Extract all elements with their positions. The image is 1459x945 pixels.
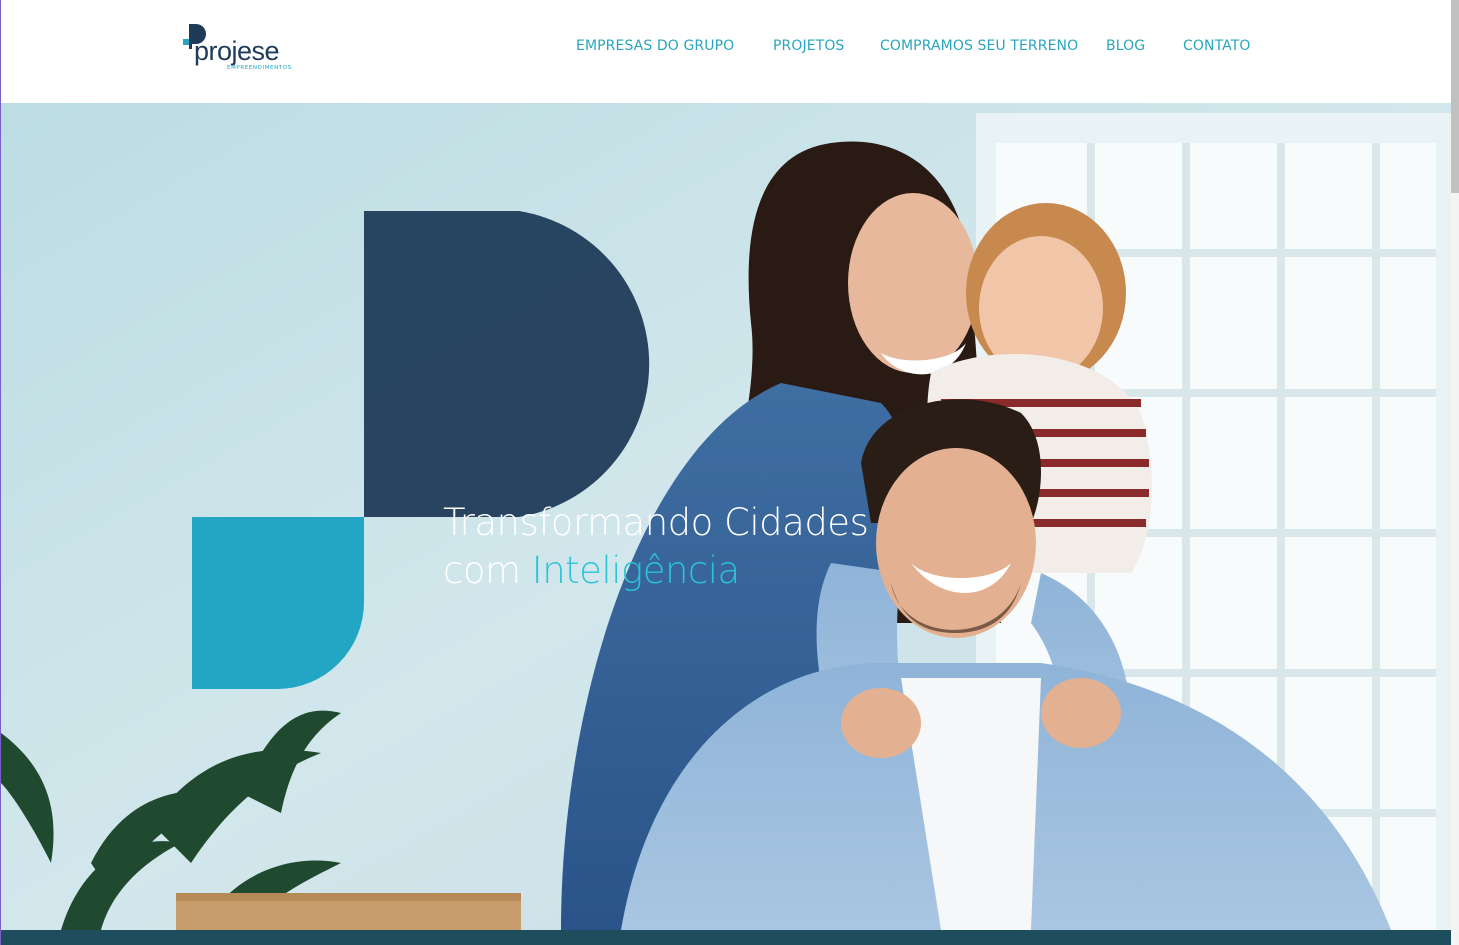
nav-item-compramos-seu-terreno[interactable]: COMPRAMOS SEU TERRENO [880,38,1078,54]
headline-line-2-prefix: com [443,549,532,592]
logo-tagline: EMPREENDIMENTOS [227,65,292,71]
scrollbar-thumb[interactable] [1451,0,1459,193]
nav-item-empresas-do-grupo[interactable]: EMPRESAS DO GRUPO [576,38,734,54]
window-edge [0,0,1,945]
main-nav: EMPRESAS DO GRUPO PROJETOS COMPRAMOS SEU… [0,38,1451,58]
nav-item-contato[interactable]: CONTATO [1183,38,1251,54]
headline-line-1: Transformando Cidades [443,501,869,544]
nav-item-blog[interactable]: BLOG [1106,38,1145,54]
brand-shape-dark [364,211,650,517]
nav-item-projetos[interactable]: PROJETOS [773,38,844,54]
hero-headline: Transformando Cidades com Inteligência [443,499,869,595]
section-divider [0,930,1451,945]
brand-shape-accent [192,517,364,689]
hero-banner: Transformando Cidades com Inteligência [1,103,1451,930]
headline-highlight: Inteligência [531,549,740,592]
site-header: projese EMPREENDIMENTOS EMPRESAS DO GRUP… [0,0,1451,103]
